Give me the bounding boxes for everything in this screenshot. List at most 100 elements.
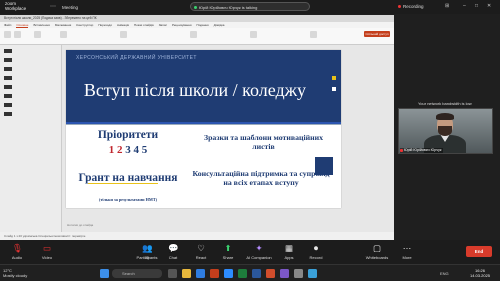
audio-button[interactable]: 🎙 Audio [2,243,32,260]
slide-thumbnail[interactable] [4,112,12,116]
slide-title: Вступ після школи / коледжу [83,80,307,100]
apps-label: Apps [284,255,294,260]
divider-thin-line [66,124,341,125]
muted-mic-icon [400,148,403,152]
slide-thumbnail[interactable] [4,49,12,53]
active-speaker-text: Юрій Юрійович Юрчук is talking [199,5,258,10]
record-dot-icon [398,5,401,8]
find-icon[interactable] [310,31,317,38]
priority-number: 1 [108,144,117,156]
excel-icon[interactable] [238,269,247,278]
audio-label: Audio [11,255,23,260]
chrome-icon[interactable] [266,269,275,278]
mic-muted-icon: 🎙 [12,243,23,253]
more-label: More [402,255,412,260]
layout-icon[interactable] [34,31,41,38]
current-slide[interactable]: ХЕРСОНСЬКИЙ ДЕРЖАВНИЙ УНІВЕРСИТЕТ Вступ … [66,50,341,208]
clock-date: 14.03.2025 [470,273,491,278]
windows-taskbar: 12°C Mostly cloudy Search ENG 16:26 14.0… [0,264,500,281]
recording-indicator[interactable]: Recording [398,4,424,9]
slide-thumbnail[interactable] [4,76,12,80]
yellow-square-icon [332,76,336,80]
file-explorer-icon[interactable] [182,269,191,278]
minimize-icon[interactable]: – [463,3,466,9]
taskbar-clock[interactable]: 16:26 14.03.2025 [470,268,490,278]
record-label: Record [309,255,323,260]
settings-icon[interactable] [294,269,303,278]
notes-pane[interactable]: Нотатки до слайда [62,221,394,229]
slide-header-band: ХЕРСОНСЬКИЙ ДЕРЖАВНИЙ УНІВЕРСИТЕТ Вступ … [66,50,341,122]
shapes-icon[interactable] [190,31,197,38]
person-beard [438,126,452,136]
more-button[interactable]: ⋯ More [392,243,422,260]
paste-icon[interactable] [4,31,11,38]
meeting-label[interactable]: Meeting [62,5,78,10]
participants-icon: 👥30 [142,243,153,260]
zoom-top-bar: zoom Workplace ⋯ Meeting Юрій Юрійович Ю… [0,0,500,14]
camera-off-icon: ▭ [42,243,52,253]
share-button[interactable]: ⬆ Share [213,243,243,260]
slide-thumbnail[interactable] [4,85,12,89]
paragraph-icon[interactable] [120,31,127,38]
react-label: React [195,255,207,260]
close-icon[interactable]: ✕ [487,3,491,9]
more-icon: ⋯ [402,243,412,253]
slide-thumbnail[interactable] [4,67,12,71]
start-icon[interactable] [100,269,109,278]
teams-icon[interactable] [280,269,289,278]
priority-number: 5 [141,144,148,156]
priority-numbers: 1 2 3 4 5 [78,144,178,156]
grant-note: (тільки за результатами НМТ) [98,197,158,202]
record-button[interactable]: ⏺ Record [301,243,331,260]
weather-widget[interactable]: 12°C Mostly cloudy [3,268,27,278]
slide-thumbnail[interactable] [4,94,12,98]
taskbar-search[interactable]: Search [112,269,162,278]
react-button[interactable]: ♡ React [186,243,216,260]
grant-underline [88,183,158,184]
whiteboard-icon: ▢ [372,243,382,253]
ai-companion-label: AI Companion [246,255,272,260]
slide-thumbnails-panel[interactable] [0,45,62,235]
maximize-icon[interactable]: □ [475,3,478,9]
ppt-share-button[interactable]: Спільний доступ [364,31,390,37]
samples-text: Зразки та шаблони мотиваційних листів [203,133,324,151]
whiteboards-button[interactable]: ▢ Whiteboards [362,243,392,260]
more-menu-icon[interactable]: ⋯ [50,3,56,10]
powerpoint-icon[interactable] [210,269,219,278]
priority-number: 3 [125,144,134,156]
video-button[interactable]: ▭ Video [32,243,62,260]
view-icon[interactable]: ⊞ [445,3,449,9]
system-tray[interactable]: ENG [440,271,449,276]
ppt-title-bar: Вступ після школи_2025 (Подача заяв) - З… [0,15,394,22]
word-icon[interactable] [252,269,261,278]
slide-thumbnail[interactable] [4,58,12,62]
task-view-icon[interactable] [168,269,177,278]
speaking-indicator-icon [194,6,197,9]
priority-number: 2 [117,144,126,156]
font-icon[interactable] [60,31,67,38]
slide-thumbnail[interactable] [4,103,12,107]
end-button[interactable]: End [466,246,492,257]
priorities-label: Пріоритети [97,129,159,141]
edge-icon[interactable] [196,269,205,278]
university-name: ХЕРСОНСЬКИЙ ДЕРЖАВНИЙ УНІВЕРСИТЕТ [76,55,197,61]
active-speaker-pill: Юрій Юрійович Юрчук is talking [190,2,310,11]
ppt-status-bar: Слайд 1 з 20 українська Спеціальні можли… [0,232,394,240]
video-label: Video [41,255,53,260]
zoom-controls-bar: 🎙 Audio ▭ Video 👥30 Participants 💬 Chat ♡ Rea… [0,240,500,264]
bandwidth-warning: Your network bandwidth is low [418,101,472,106]
new-slide-icon[interactable] [14,31,21,38]
telegram-icon[interactable] [308,269,317,278]
apps-button[interactable]: ▦ Apps [274,243,304,260]
chat-button[interactable]: 💬 Chat [158,243,188,260]
language-indicator: ENG [440,271,449,276]
arrange-icon[interactable] [250,31,257,38]
heart-icon: ♡ [197,243,205,253]
whiteboards-label: Whiteboards [365,255,389,260]
zoom-app-icon[interactable] [224,269,233,278]
share-label: Share [222,255,234,260]
priority-number: 4 [133,144,142,156]
ai-companion-button[interactable]: ✦ AI Companion [244,243,274,260]
consultation-text: Консультаційна підтримка та супровід на … [192,169,330,187]
chat-icon: 💬 [168,243,179,253]
